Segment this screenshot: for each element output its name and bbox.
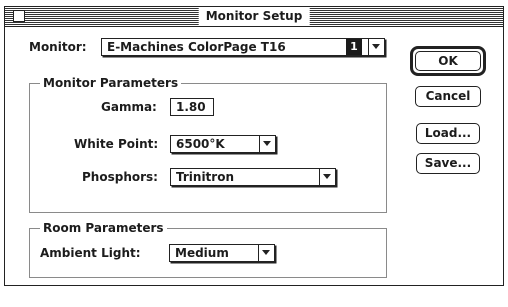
chevron-down-icon (323, 174, 331, 179)
monitor-select-value: E-Machines ColorPage T16 (107, 40, 286, 54)
ambient-light-select[interactable]: Medium (169, 244, 275, 262)
ambient-light-select-value: Medium (175, 246, 229, 260)
load-button[interactable]: Load... (416, 123, 480, 144)
gamma-label: Gamma: (101, 100, 157, 114)
phosphors-select-arrow (319, 169, 335, 185)
dialog-title: Monitor Setup (198, 8, 310, 25)
chevron-down-icon (262, 250, 270, 255)
save-button[interactable]: Save... (416, 153, 480, 174)
monitor-select-arrow (368, 39, 384, 55)
monitor-label: Monitor: (29, 40, 87, 54)
room-parameters-title: Room Parameters (40, 221, 167, 235)
phosphors-label: Phosphors: (82, 170, 158, 184)
ok-button[interactable]: OK (415, 51, 481, 71)
chevron-down-icon (372, 44, 380, 49)
white-point-label: White Point: (74, 137, 159, 151)
monitor-setup-dialog: Monitor Setup Monitor: E-Machines ColorP… (4, 6, 504, 286)
ambient-light-label: Ambient Light: (40, 246, 141, 260)
monitor-parameters-group: Monitor Parameters Gamma: 1.80 White Poi… (29, 76, 387, 213)
title-bar[interactable]: Monitor Setup (5, 7, 503, 27)
white-point-select[interactable]: 6500°K (170, 135, 276, 153)
cancel-button[interactable]: Cancel (415, 86, 481, 107)
monitor-select[interactable]: E-Machines ColorPage T16 1 (101, 38, 385, 56)
monitor-parameters-title: Monitor Parameters (40, 76, 182, 90)
gamma-input[interactable]: 1.80 (170, 98, 214, 116)
close-box-icon[interactable] (13, 10, 25, 22)
room-parameters-group: Room Parameters Ambient Light: Medium (29, 221, 387, 278)
phosphors-select-value: Trinitron (176, 170, 234, 184)
phosphors-select[interactable]: Trinitron (170, 168, 336, 186)
white-point-select-arrow (259, 136, 275, 152)
chevron-down-icon (263, 141, 271, 146)
white-point-select-value: 6500°K (176, 137, 225, 151)
ambient-light-select-arrow (258, 245, 274, 261)
monitor-number-badge: 1 (346, 39, 362, 55)
